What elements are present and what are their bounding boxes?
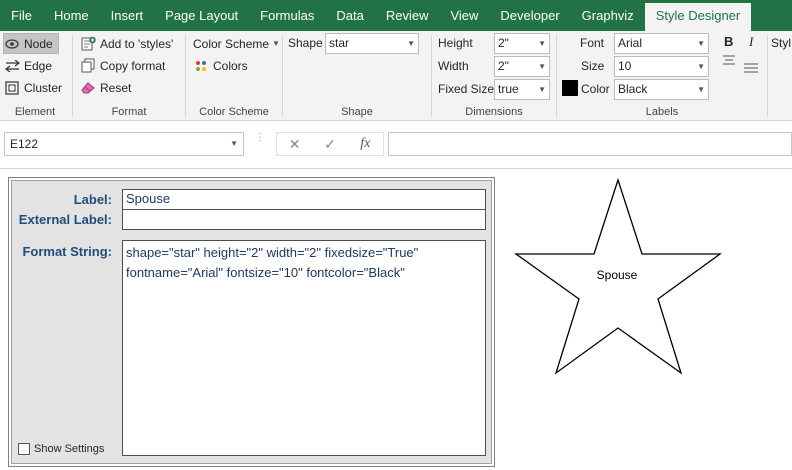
- align-center-icon[interactable]: [721, 54, 737, 68]
- chevron-down-icon: ▼: [407, 39, 415, 48]
- divider: [72, 35, 73, 117]
- tab-formulas[interactable]: Formulas: [249, 0, 325, 31]
- dimensions-group-label: Dimensions: [465, 106, 523, 118]
- chevron-down-icon: ▼: [538, 39, 546, 48]
- show-settings-checkbox[interactable]: Show Settings: [18, 443, 104, 455]
- resize-handle-icon[interactable]: ⋮: [255, 133, 265, 143]
- tab-insert[interactable]: Insert: [100, 0, 155, 31]
- palette-icon: [193, 58, 209, 74]
- color-label: Color: [581, 82, 610, 96]
- height-select[interactable]: 2" ▼: [494, 33, 550, 54]
- chevron-down-icon: ▼: [538, 62, 546, 71]
- chevron-down-icon: ▼: [697, 85, 705, 94]
- formula-bar: E122 ▼ ⋮ ✕ ✓ fx: [0, 121, 792, 169]
- align-justify-icon[interactable]: [743, 62, 759, 76]
- eraser-icon: [80, 80, 96, 96]
- format-string-line: shape="star" height="2" width="2" fixeds…: [126, 245, 419, 260]
- name-box[interactable]: E122 ▼: [4, 132, 244, 156]
- enter-icon[interactable]: ✓: [312, 136, 347, 153]
- tab-view[interactable]: View: [439, 0, 489, 31]
- edge-arrows-icon: [4, 58, 20, 74]
- fixed-size-select[interactable]: true ▼: [494, 79, 550, 100]
- eye-icon: [4, 36, 20, 52]
- shape-label: Shape: [288, 36, 323, 50]
- add-to-styles-button[interactable]: Add to 'styles': [80, 33, 173, 54]
- formula-buttons: ✕ ✓ fx: [276, 132, 384, 156]
- tab-home[interactable]: Home: [43, 0, 100, 31]
- cluster-icon: [4, 80, 20, 96]
- font-select[interactable]: Arial ▼: [614, 33, 709, 54]
- external-label-field[interactable]: [122, 209, 486, 230]
- tab-page-layout[interactable]: Page Layout: [154, 0, 249, 31]
- shape-group: Shape star ▼ Shape: [283, 31, 431, 121]
- chevron-down-icon: ▼: [230, 139, 238, 148]
- size-select[interactable]: 10 ▼: [614, 56, 709, 77]
- label-field[interactable]: Spouse: [122, 189, 486, 210]
- style-designer-panel: Label: Spouse External Label: Format Str…: [8, 177, 495, 467]
- shape-select[interactable]: star ▼: [325, 33, 419, 54]
- label-caption: Label:: [73, 192, 112, 207]
- styles-group-cut[interactable]: Styl: [771, 36, 791, 50]
- add-style-icon: [80, 36, 96, 52]
- tab-style-designer[interactable]: Style Designer: [644, 3, 752, 31]
- element-group: Node Edge Cluster Element: [0, 31, 70, 121]
- chevron-down-icon: ▼: [697, 39, 705, 48]
- height-label: Height: [438, 36, 473, 50]
- copy-icon: [80, 58, 96, 74]
- divider: [767, 35, 768, 117]
- ribbon-tab-bar: File Home Insert Page Layout Formulas Data Rev…: [0, 0, 792, 31]
- color-scheme-group-label: Color Scheme: [199, 106, 269, 118]
- font-color-swatch[interactable]: [562, 80, 578, 96]
- insert-function-icon[interactable]: fx: [348, 136, 383, 152]
- italic-button[interactable]: I: [749, 34, 753, 50]
- node-button[interactable]: Node: [3, 33, 59, 54]
- chevron-down-icon: ▼: [538, 85, 546, 94]
- chevron-down-icon: ▼: [272, 39, 280, 48]
- labels-group: Font Arial ▼ Size 10 ▼ Color Black ▼ B I…: [557, 31, 767, 121]
- shape-group-label: Shape: [341, 106, 373, 118]
- star-shape-label: Spouse: [597, 268, 638, 282]
- reset-button[interactable]: Reset: [80, 77, 131, 98]
- copy-format-button[interactable]: Copy format: [80, 55, 165, 76]
- tab-data[interactable]: Data: [325, 0, 374, 31]
- worksheet-area: Label: Spouse External Label: Format Str…: [0, 169, 792, 470]
- format-string-line: fontname="Arial" fontsize="10" fontcolor…: [126, 265, 405, 280]
- formula-input[interactable]: [388, 132, 792, 156]
- shape-preview: Spouse: [512, 177, 724, 377]
- format-string-field[interactable]: shape="star" height="2" width="2" fixeds…: [122, 240, 486, 456]
- color-scheme-dropdown[interactable]: Color Scheme ▼: [193, 33, 280, 54]
- format-group-label: Format: [111, 106, 147, 118]
- format-group: Add to 'styles' Copy format Reset Format: [74, 31, 184, 121]
- dimensions-group: Height 2" ▼ Width 2" ▼ Fixed Size true ▼…: [432, 31, 556, 121]
- font-color-select[interactable]: Black ▼: [614, 79, 709, 100]
- tab-developer[interactable]: Developer: [489, 0, 570, 31]
- cancel-icon[interactable]: ✕: [277, 136, 312, 153]
- size-label: Size: [581, 59, 605, 73]
- edge-button[interactable]: Edge: [4, 55, 52, 76]
- width-select[interactable]: 2" ▼: [494, 56, 550, 77]
- chevron-down-icon: ▼: [697, 62, 705, 71]
- external-label-caption: External Label:: [18, 212, 112, 227]
- checkbox-box[interactable]: [18, 443, 30, 455]
- cluster-button[interactable]: Cluster: [4, 77, 62, 98]
- labels-group-label: Labels: [645, 106, 679, 118]
- font-label: Font: [580, 36, 605, 50]
- bold-button[interactable]: B: [724, 34, 733, 49]
- tab-file[interactable]: File: [0, 0, 43, 31]
- tab-review[interactable]: Review: [375, 0, 440, 31]
- ribbon: Node Edge Cluster Element Add to 'styles…: [0, 31, 792, 121]
- tab-graphviz[interactable]: Graphviz: [571, 0, 645, 31]
- element-group-label: Element: [14, 106, 56, 118]
- format-string-caption: Format String:: [22, 244, 112, 259]
- colors-button[interactable]: Colors: [193, 55, 248, 76]
- width-label: Width: [438, 59, 469, 73]
- color-scheme-group: Color Scheme ▼ Colors Color Scheme: [186, 31, 282, 121]
- fixed-size-label: Fixed Size: [438, 82, 495, 96]
